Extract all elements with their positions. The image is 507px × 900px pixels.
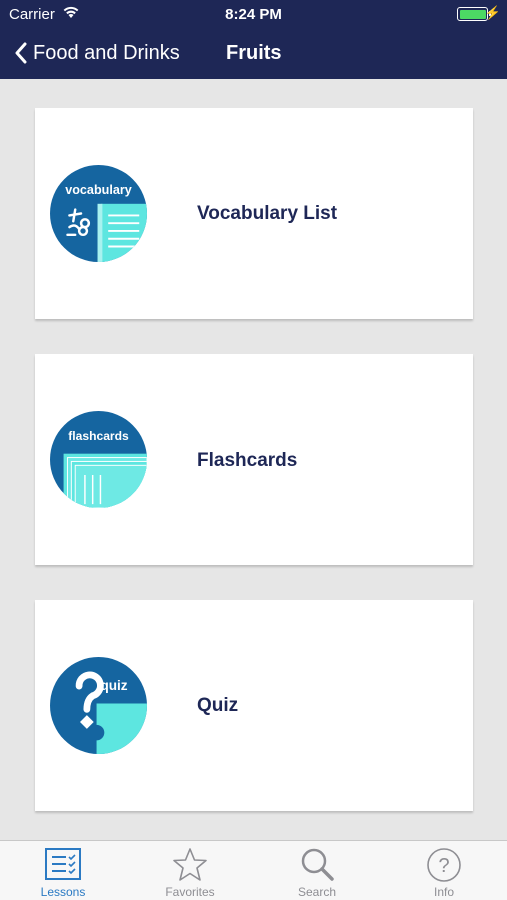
tab-bar: Lessons Favorites Search ? Info xyxy=(0,840,507,900)
chevron-left-icon xyxy=(15,42,27,64)
charging-icon: ⚡ xyxy=(484,5,501,20)
status-bar: Carrier 8:24 PM ⚡ xyxy=(0,0,507,28)
back-button[interactable]: Food and Drinks xyxy=(14,38,180,68)
vocabulary-icon-text: vocabulary xyxy=(65,183,132,197)
clock: 8:24 PM xyxy=(225,6,282,23)
svg-text:?: ? xyxy=(438,855,449,877)
vocabulary-icon: vocabulary xyxy=(50,165,147,262)
back-button-label: Food and Drinks xyxy=(33,41,180,64)
tab-favorites-label: Favorites xyxy=(165,885,215,899)
tab-favorites[interactable]: Favorites xyxy=(127,841,253,900)
flashcards-icon: flashcards xyxy=(50,411,147,508)
vocabulary-list-card[interactable]: vocabulary Vocabulary List xyxy=(35,108,473,319)
tab-lessons[interactable]: Lessons xyxy=(0,841,126,900)
quiz-label: Quiz xyxy=(197,695,239,716)
tab-search-label: Search xyxy=(297,885,337,899)
nav-bar: Food and Drinks Fruits xyxy=(0,28,507,79)
vocabulary-list-label: Vocabulary List xyxy=(197,203,338,224)
quiz-icon-text: quiz xyxy=(100,678,127,693)
quiz-card[interactable]: quiz Quiz xyxy=(35,600,473,811)
header: Carrier 8:24 PM ⚡ Food and Drinks Fruits xyxy=(0,0,507,79)
quiz-icon: quiz xyxy=(50,657,147,754)
search-icon xyxy=(301,848,334,881)
tab-search[interactable]: Search xyxy=(254,841,380,900)
flashcards-icon-text: flashcards xyxy=(68,429,129,443)
lessons-icon xyxy=(45,848,81,880)
info-icon: ? xyxy=(427,848,461,882)
flashcards-label: Flashcards xyxy=(197,450,298,471)
tab-lessons-label: Lessons xyxy=(40,885,86,899)
star-icon xyxy=(173,848,207,881)
tab-info[interactable]: ? Info xyxy=(381,841,507,900)
battery-icon xyxy=(457,7,491,21)
page-title: Fruits xyxy=(226,42,282,64)
flashcards-card[interactable]: flashcards Flashcards xyxy=(35,354,473,565)
tab-info-label: Info xyxy=(433,885,454,899)
